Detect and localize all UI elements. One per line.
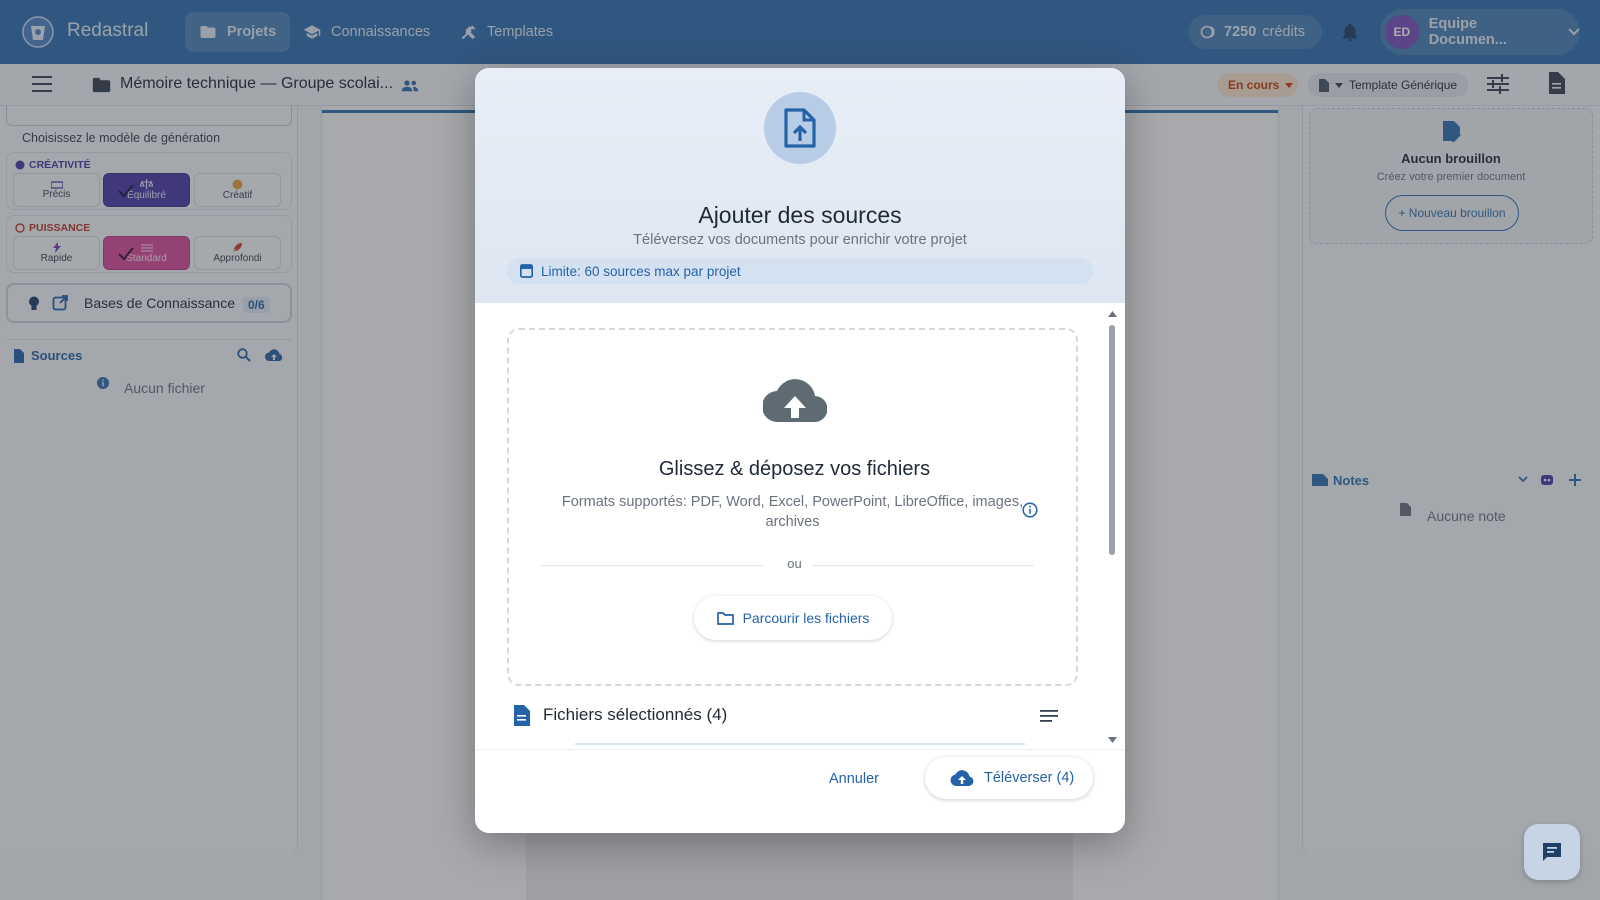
cloud-upload-icon — [950, 769, 974, 786]
scroll-down-icon[interactable] — [1108, 737, 1117, 743]
upload-label: Téléverser (4) — [984, 770, 1075, 786]
cloud-upload-icon — [763, 379, 827, 423]
dialog-title: Ajouter des sources — [698, 202, 902, 228]
scrollbar[interactable] — [1107, 311, 1117, 743]
divider — [575, 743, 1025, 745]
info-icon[interactable] — [1022, 502, 1038, 518]
scrollbar-thumb[interactable] — [1109, 325, 1115, 555]
selected-files-title: Fichiers sélectionnés (4) — [543, 705, 728, 724]
chat-icon — [1543, 843, 1561, 861]
browse-files-button[interactable]: Parcourir les fichiers — [694, 596, 892, 640]
upload-file-icon — [784, 108, 816, 148]
sort-icon[interactable] — [1040, 710, 1058, 722]
supported-formats: Formats supportés: PDF, Word, Excel, Pow… — [561, 494, 1024, 530]
dialog-subtitle: Téléversez vos documents pour enrichir v… — [633, 232, 967, 248]
dialog-body: Glissez & déposez vos fichiers Formats s… — [475, 303, 1125, 749]
file-dropzone[interactable]: Glissez & déposez vos fichiers Formats s… — [507, 328, 1078, 686]
dropzone-title: Glissez & déposez vos fichiers — [658, 458, 931, 480]
add-sources-dialog: Ajouter des sources Téléversez vos docum… — [475, 68, 1125, 833]
or-separator: ou — [787, 556, 802, 571]
chat-button[interactable] — [1524, 824, 1580, 880]
browse-label: Parcourir les fichiers — [742, 610, 870, 626]
selected-files-header: Fichiers sélectionnés (4) — [513, 700, 1073, 730]
upload-file-icon-circle — [764, 92, 836, 164]
upload-button[interactable]: Téléverser (4) — [925, 757, 1093, 799]
cancel-button[interactable]: Annuler — [829, 771, 879, 787]
folder-open-icon — [716, 611, 734, 625]
archive-icon — [520, 264, 533, 278]
document-icon — [514, 705, 530, 726]
dialog-header: Ajouter des sources Téléversez vos docum… — [475, 68, 1125, 303]
scroll-up-icon[interactable] — [1108, 311, 1117, 317]
limit-text: Limite: 60 sources max par projet — [541, 263, 741, 279]
dialog-footer: Annuler Téléverser (4) — [475, 749, 1125, 833]
limit-notice: Limite: 60 sources max par projet — [507, 258, 1093, 284]
